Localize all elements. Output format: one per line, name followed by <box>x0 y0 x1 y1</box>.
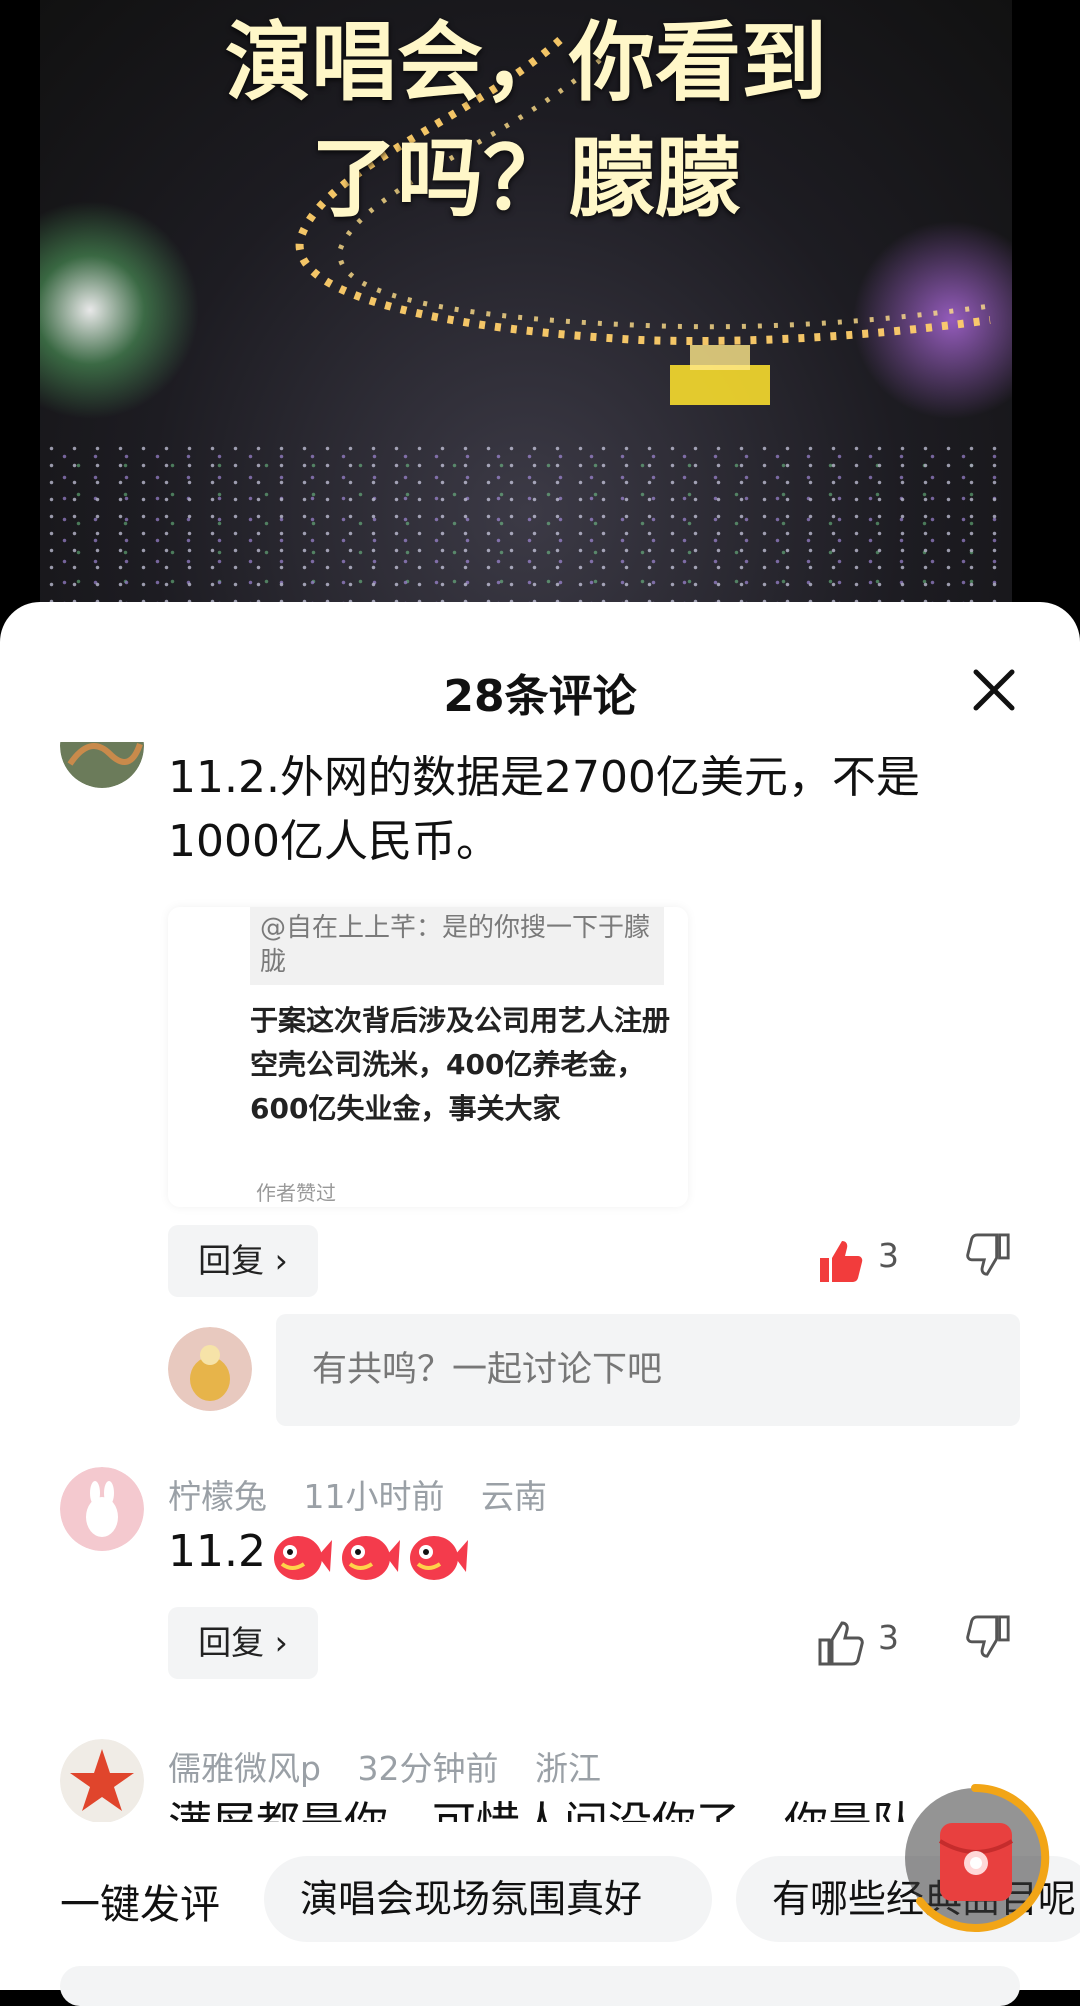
dislike-button[interactable] <box>966 1232 1016 1292</box>
comment-sheet: 28条评论 11.2.外网的数据是2700亿美元，不是 1000亿人民币。 @自… <box>0 602 1080 1990</box>
reply-button[interactable]: 回复 › <box>168 1607 318 1679</box>
red-packet-icon <box>905 1783 1050 1932</box>
quick-comment-label: 一键发评 <box>60 1882 220 1928</box>
red-packet-button[interactable] <box>900 1783 1050 1933</box>
comment-text: 11.2 <box>168 1520 470 1586</box>
dislike-button[interactable] <box>966 1614 1016 1674</box>
comment-time: 11小时前 <box>303 1477 445 1516</box>
comment-time: 32分钟前 <box>357 1749 499 1788</box>
avatar[interactable] <box>60 742 144 788</box>
comment-input-bar[interactable] <box>60 1966 1020 2006</box>
avatar[interactable] <box>60 1739 144 1822</box>
username[interactable]: 柠檬兔 <box>168 1477 267 1516</box>
my-avatar <box>168 1327 252 1411</box>
comment-text: 11.2.外网的数据是2700亿美元，不是 1000亿人民币。 <box>168 752 920 867</box>
comment-list[interactable]: 11.2.外网的数据是2700亿美元，不是 1000亿人民币。 @自在上上芊：是… <box>0 742 1080 1822</box>
video-caption-line1: 演唱会，你看到 <box>225 13 827 113</box>
fish-emoji-icon <box>409 1536 468 1580</box>
thumbs-down-icon <box>966 1615 1010 1658</box>
comment-meta: 儒雅微风p 32分钟前 浙江 <box>168 1742 627 1790</box>
avatar[interactable] <box>60 1467 144 1551</box>
author-liked-tag: 作者赞过 <box>256 1181 336 1205</box>
comment-count-title: 28条评论 <box>443 671 637 722</box>
quoted-image[interactable]: @自在上上芊：是的你搜一下于朦胧 于案这次背后涉及公司用艺人注册空壳公司洗米，4… <box>168 907 688 1207</box>
comment-location: 浙江 <box>534 1749 601 1788</box>
thumbs-down-icon <box>966 1233 1010 1276</box>
like-button[interactable]: 3 <box>816 1232 956 1292</box>
video-caption-line2: 了吗？朦朦 <box>311 129 741 229</box>
thumbs-up-icon <box>818 1621 864 1666</box>
comment-meta: 柠檬兔 11小时前 云南 <box>168 1470 573 1518</box>
comment-text: 满屏都是你，可惜人间没你了，你是队 <box>168 1792 916 1822</box>
fish-emoji-icon <box>341 1536 400 1580</box>
username[interactable]: 儒雅微风p <box>168 1749 321 1788</box>
thumbs-up-icon <box>820 1241 863 1282</box>
reply-button[interactable]: 回复 › <box>168 1225 318 1297</box>
comment-location: 云南 <box>481 1477 547 1516</box>
close-icon[interactable] <box>966 662 1022 718</box>
fish-emoji-icon <box>273 1536 332 1580</box>
like-button[interactable]: 3 <box>816 1614 956 1674</box>
reply-input[interactable]: 有共鸣？一起讨论下吧 <box>276 1314 1020 1426</box>
quoted-body: 于案这次背后涉及公司用艺人注册空壳公司洗米，400亿养老金，600亿失业金，事关… <box>250 1004 671 1125</box>
quoted-header: @自在上上芊：是的你搜一下于朦胧 <box>250 907 664 985</box>
suggestion-chip[interactable]: 演唱会现场氛围真好 <box>264 1856 712 1942</box>
like-count: 3 <box>878 1236 899 1275</box>
like-count: 3 <box>878 1618 899 1657</box>
